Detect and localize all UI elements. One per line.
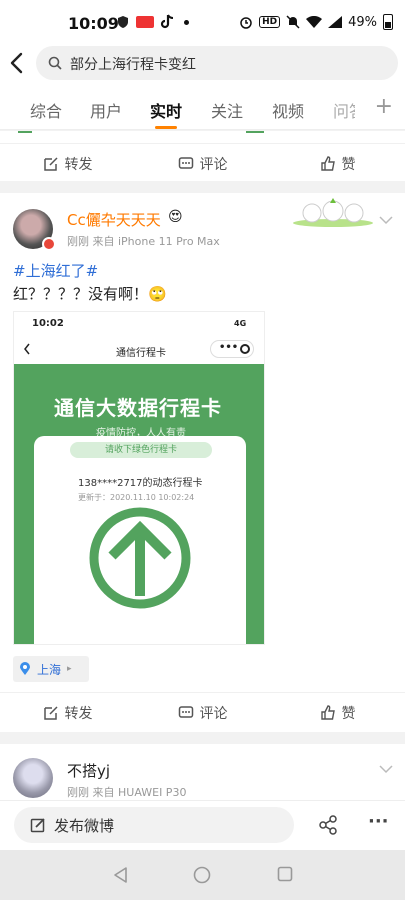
clock: 10:09 bbox=[68, 14, 119, 33]
signal-icon bbox=[328, 16, 343, 28]
more-icon[interactable]: ··· bbox=[368, 811, 389, 832]
comment-button[interactable]: 评论 bbox=[135, 703, 270, 723]
image-header: 10:02 4G 通信行程卡 ••• bbox=[14, 312, 264, 370]
post-image[interactable]: 10:02 4G 通信行程卡 ••• 通信大数据行程卡 疫情防控，人人有责 13… bbox=[13, 311, 265, 645]
thumbs-up-icon bbox=[320, 705, 335, 720]
location-label: 上海 bbox=[37, 662, 62, 677]
post-card[interactable]: 不搭yj 刚刚 来自 HUAWEI P30 bbox=[0, 744, 405, 800]
previous-post-tail: 转发 评论 赞 bbox=[0, 131, 405, 181]
post-action-bar: 转发 评论 赞 bbox=[0, 692, 405, 732]
image-heading: 通信大数据行程卡 bbox=[54, 396, 222, 420]
share-icon[interactable] bbox=[318, 815, 338, 835]
tab-video[interactable]: 视频 bbox=[272, 98, 304, 122]
search-query: 部分上海行程卡变红 bbox=[70, 57, 196, 73]
comment-icon bbox=[178, 706, 193, 718]
repost-icon bbox=[43, 156, 58, 171]
like-label: 赞 bbox=[341, 156, 356, 173]
status-right: HD 49% bbox=[239, 14, 393, 30]
like-button[interactable]: 赞 bbox=[270, 154, 405, 174]
weibo-search-screen: 10:09 HD 49% 部分上海行程卡变红 综合 用户 实时 关注 视频 问 … bbox=[0, 0, 405, 900]
tiktok-icon bbox=[160, 14, 174, 29]
avatar[interactable] bbox=[13, 758, 53, 798]
dot-icon bbox=[184, 19, 189, 25]
action-bar: 转发 评论 赞 bbox=[0, 143, 405, 183]
active-tab-indicator bbox=[155, 126, 177, 129]
search-row: 部分上海行程卡变红 bbox=[0, 44, 405, 84]
notification-icons bbox=[116, 14, 189, 30]
image-time: 10:02 bbox=[32, 318, 64, 329]
image-title: 通信行程卡 bbox=[116, 348, 166, 359]
chevron-down-icon[interactable] bbox=[379, 764, 393, 774]
tab-comprehensive[interactable]: 综合 bbox=[30, 98, 62, 122]
comment-label: 评论 bbox=[199, 156, 228, 173]
comment-button[interactable]: 评论 bbox=[135, 154, 270, 174]
image-green-pill: 请收下绿色行程卡 bbox=[70, 442, 212, 458]
image-card: 138****2717的动态行程卡 更新于：2020.11.10 10:02:2… bbox=[34, 436, 246, 644]
compose-label: 发布微博 bbox=[54, 816, 115, 835]
search-icon bbox=[48, 56, 62, 70]
nav-recents-icon[interactable] bbox=[277, 866, 293, 882]
wifi-icon bbox=[306, 16, 323, 28]
repost-button[interactable]: 转发 bbox=[0, 154, 135, 174]
repost-label: 转发 bbox=[64, 156, 93, 173]
green-arrow-up-icon bbox=[89, 507, 191, 609]
location-pin-icon bbox=[20, 662, 30, 675]
battery-icon bbox=[383, 14, 393, 30]
post-meta: 刚刚 来自 iPhone 11 Pro Max bbox=[67, 235, 220, 248]
add-tab-icon[interactable]: + bbox=[375, 94, 393, 119]
chevron-down-icon[interactable] bbox=[379, 215, 393, 225]
comment-icon bbox=[178, 156, 193, 169]
decoration-sticker-icon bbox=[292, 197, 374, 227]
location-arrow-icon: ▸ bbox=[67, 664, 72, 674]
system-nav-bar bbox=[0, 850, 405, 900]
smile-emoji-icon: 😍 bbox=[168, 209, 183, 225]
image-menu-capsule: ••• bbox=[210, 340, 254, 358]
alarm-icon bbox=[240, 17, 252, 29]
action-bar: 转发 评论 赞 bbox=[0, 693, 405, 733]
thumbs-up-icon bbox=[320, 155, 335, 171]
nav-home-icon[interactable] bbox=[193, 866, 211, 884]
username[interactable]: 不搭yj bbox=[67, 760, 110, 781]
prev-image-edge bbox=[18, 131, 32, 133]
repost-button[interactable]: 转发 bbox=[0, 703, 135, 723]
image-back-icon bbox=[24, 343, 30, 355]
search-input[interactable]: 部分上海行程卡变红 bbox=[36, 46, 398, 80]
tab-users[interactable]: 用户 bbox=[90, 98, 122, 122]
like-button[interactable]: 赞 bbox=[270, 703, 405, 723]
image-updated: 更新于：2020.11.10 10:02:24 bbox=[78, 493, 195, 502]
image-signal: 4G bbox=[234, 319, 247, 328]
tab-realtime[interactable]: 实时 bbox=[150, 98, 182, 122]
shield-icon bbox=[118, 16, 128, 28]
app-badge-icon bbox=[136, 16, 154, 28]
repost-label: 转发 bbox=[64, 706, 93, 722]
post-text: 红？？？？没有啊！🙄 bbox=[13, 285, 167, 303]
like-label: 赞 bbox=[341, 706, 356, 722]
battery-percent: 49% bbox=[348, 14, 377, 30]
username[interactable]: Cc儷卆天天天 bbox=[67, 209, 161, 230]
tab-bar: 综合 用户 实时 关注 视频 问答 + bbox=[0, 84, 405, 130]
compose-button[interactable]: 发布微博 bbox=[14, 807, 294, 843]
status-bar: 10:09 HD 49% bbox=[0, 0, 405, 44]
hd-indicator: HD bbox=[259, 16, 281, 28]
edit-icon bbox=[30, 818, 45, 833]
nav-back-icon[interactable] bbox=[112, 866, 128, 884]
verified-badge bbox=[42, 237, 56, 251]
hashtag-link[interactable]: #上海红了# bbox=[13, 260, 98, 281]
tab-qa[interactable]: 问答 bbox=[333, 98, 355, 122]
location-tag[interactable]: 上海 ▸ bbox=[13, 656, 89, 682]
comment-label: 评论 bbox=[199, 706, 228, 722]
image-phone: 138****2717的动态行程卡 bbox=[78, 478, 203, 489]
post-meta: 刚刚 来自 HUAWEI P30 bbox=[67, 786, 187, 799]
repost-icon bbox=[43, 706, 58, 720]
tab-following[interactable]: 关注 bbox=[211, 98, 243, 122]
compose-bar: 发布微博 ··· bbox=[0, 800, 405, 850]
prev-image-edge bbox=[246, 131, 264, 133]
back-arrow-icon[interactable] bbox=[6, 50, 28, 76]
mute-icon bbox=[286, 15, 300, 29]
